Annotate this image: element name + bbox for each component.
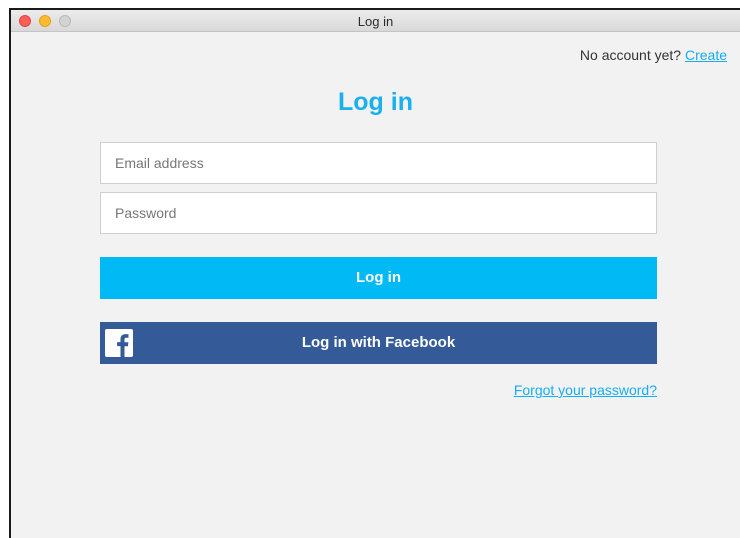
password-field[interactable]	[100, 192, 657, 234]
email-field[interactable]	[100, 142, 657, 184]
facebook-button-label: Log in with Facebook	[301, 334, 456, 351]
forgot-password-link[interactable]: Forgot your password?	[514, 382, 657, 398]
facebook-login-button[interactable]: Log in with Facebook	[100, 322, 657, 364]
title-bar[interactable]: Log in	[11, 10, 740, 32]
page-title: Log in	[338, 88, 413, 116]
login-button[interactable]: Log in	[100, 257, 657, 299]
login-window: Log in No account yet? Create Log in Log…	[11, 10, 740, 538]
window-title: Log in	[357, 14, 394, 29]
no-account-text: No account yet?	[579, 47, 682, 63]
facebook-icon	[105, 329, 133, 357]
create-account-link[interactable]: Create	[685, 47, 727, 63]
account-prompt: No account yet? Create	[580, 47, 727, 63]
